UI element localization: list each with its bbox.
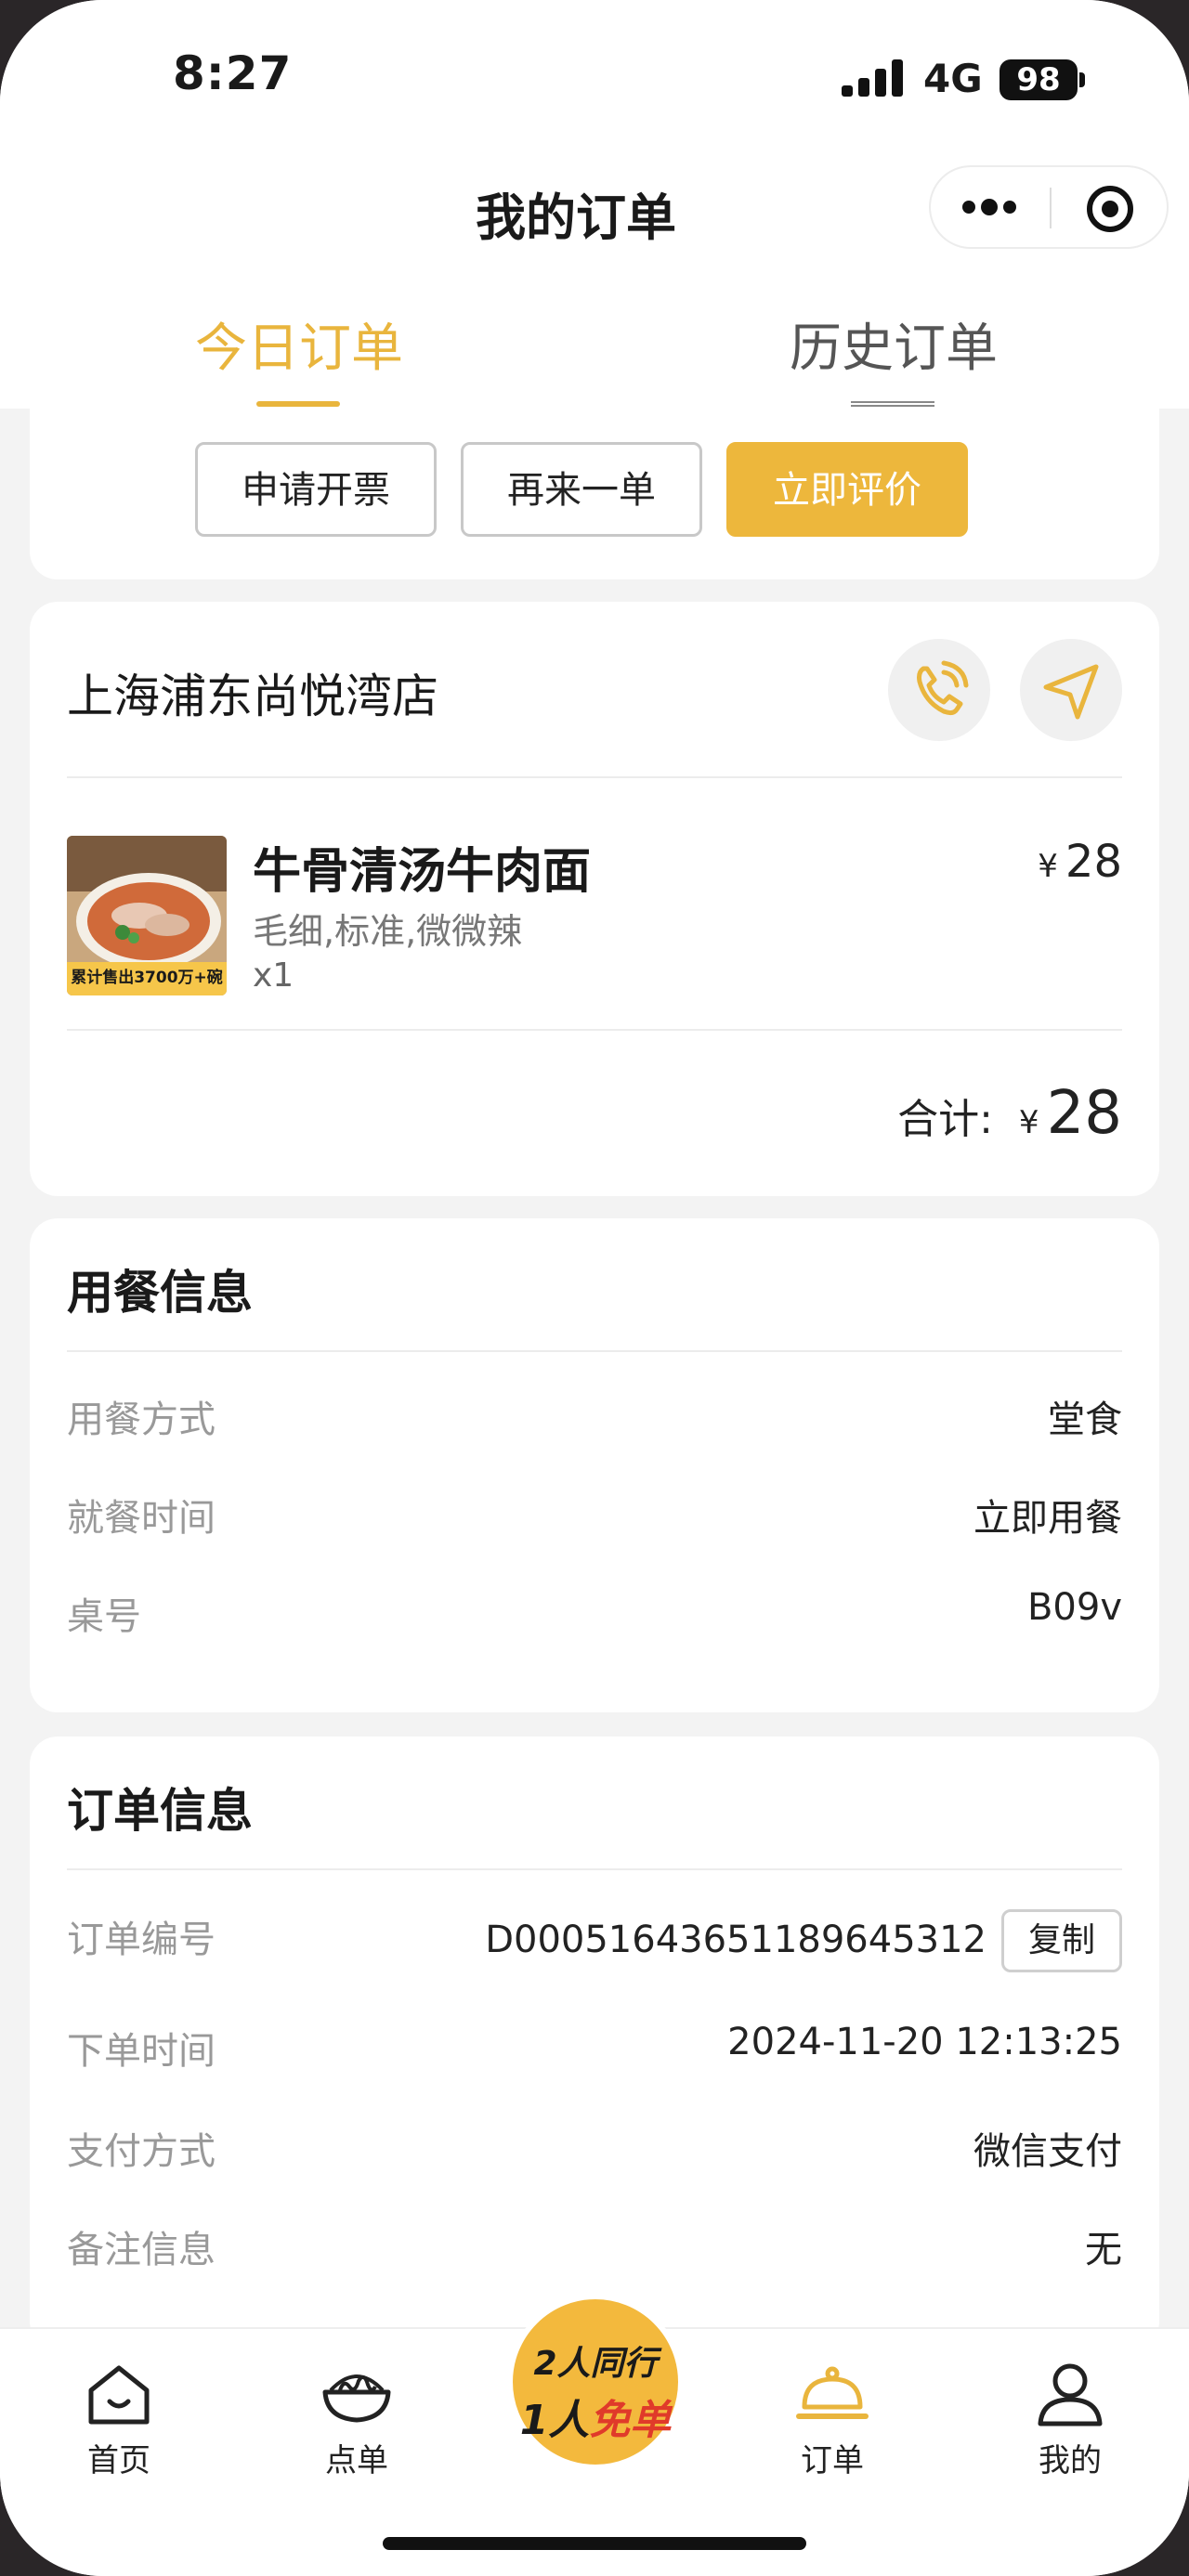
user-icon [1033, 2357, 1107, 2431]
divider [67, 1350, 1122, 1352]
order-total: 合计: ¥28 [897, 1079, 1122, 1148]
nav-menu-label: 点单 [325, 2442, 388, 2479]
dining-info-card: 用餐信息 用餐方式 堂食 就餐时间 立即用餐 桌号 B09v [30, 1218, 1159, 1712]
order-time-value: 2024-11-20 12:13:25 [727, 2021, 1122, 2063]
home-indicator [383, 2537, 806, 2550]
order-info-card: 订单信息 订单编号 D0005164365118964531​2 复制 下单时间… [30, 1737, 1159, 2349]
copy-button[interactable]: 复制 [1001, 1909, 1122, 1972]
food-quantity: x1 [253, 956, 294, 995]
dining-time-label: 就餐时间 [67, 1497, 216, 1540]
close-target-icon[interactable] [1087, 186, 1133, 232]
payment-method-label: 支付方式 [67, 2130, 216, 2173]
network-type: 4G [923, 56, 983, 101]
total-label: 合计: [897, 1096, 993, 1143]
food-image[interactable]: 累计售出3700万+碗 [67, 836, 227, 995]
dining-info-title: 用餐信息 [67, 1266, 253, 1320]
store-order-card: 上海浦东尚悦湾店 累计售出3700万+碗 牛骨清汤牛肉面 毛细,标准,微微辣 x… [30, 602, 1159, 1196]
food-spec: 毛细,标准,微微辣 [253, 911, 523, 952]
mini-program-capsule [929, 165, 1169, 249]
status-bar: 8:27 4G 98 [0, 0, 1189, 149]
phone-icon [917, 660, 969, 716]
promo-line1: 2人同行 [533, 2345, 658, 2383]
order-number-label: 订单编号 [67, 1919, 216, 1961]
table-number-label: 桌号 [67, 1595, 141, 1638]
home-icon [82, 2357, 156, 2431]
remark-label: 备注信息 [67, 2229, 216, 2271]
battery-tip [1079, 72, 1085, 87]
noodle-bowl-icon [320, 2357, 394, 2431]
payment-method-value: 微信支付 [973, 2130, 1122, 2173]
battery-icon: 98 [1000, 59, 1078, 100]
nav-mine[interactable]: 我的 [996, 2357, 1144, 2480]
tab-history-orders[interactable]: 历史订单 [790, 306, 998, 382]
signal-icon [842, 59, 903, 97]
header: 我的订单 今日订单 历史订单 [0, 149, 1189, 409]
review-button[interactable]: 立即评价 [726, 442, 968, 537]
order-time-label: 下单时间 [67, 2030, 216, 2073]
navigation-arrow-icon [1043, 664, 1099, 720]
divider [67, 1868, 1122, 1870]
divider [67, 1029, 1122, 1031]
divider [67, 776, 1122, 778]
tab-today-orders[interactable]: 今日订单 [195, 306, 403, 382]
nav-home-label: 首页 [87, 2442, 150, 2479]
navigate-button[interactable] [1020, 639, 1122, 741]
dining-mode-value: 堂食 [1048, 1399, 1122, 1441]
active-tab-indicator [256, 401, 340, 407]
table-number-value: B09v [1026, 1586, 1122, 1629]
promo-line2: 1人免单 [519, 2397, 672, 2444]
remark-value: 无 [1085, 2229, 1122, 2271]
food-price: ¥28 [1038, 836, 1122, 888]
more-icon[interactable] [962, 199, 1018, 215]
food-image-caption: 累计售出3700万+碗 [71, 969, 223, 987]
dining-mode-label: 用餐方式 [67, 1399, 216, 1441]
total-amount: 28 [1046, 1079, 1122, 1148]
order-number-value: D0005164365118964531​2 [485, 1919, 986, 1961]
nav-home[interactable]: 首页 [45, 2357, 193, 2480]
invoice-button[interactable]: 申请开票 [195, 442, 437, 537]
nav-orders-label: 订单 [801, 2442, 864, 2479]
phone-screen: 8:27 4G 98 我的订单 今日订单 历史订单 申请开票 再来一单 立即评价 [0, 0, 1189, 2576]
food-name: 牛骨清汤牛肉面 [253, 844, 592, 900]
store-name: 上海浦东尚悦湾店 [67, 670, 438, 723]
nav-menu[interactable]: 点单 [282, 2357, 431, 2480]
promo-badge-button[interactable]: 2人同行 1人免单 [507, 2294, 684, 2470]
order-info-title: 订单信息 [67, 1784, 253, 1838]
inactive-tab-indicator [851, 401, 934, 407]
call-button[interactable] [888, 639, 990, 741]
nav-orders[interactable]: 订单 [758, 2357, 907, 2480]
nav-mine-label: 我的 [1039, 2442, 1102, 2479]
status-time: 8:27 [173, 46, 293, 100]
cloche-icon [795, 2357, 869, 2431]
reorder-button[interactable]: 再来一单 [461, 442, 702, 537]
dining-time-value: 立即用餐 [973, 1497, 1122, 1540]
order-actions-card: 申请开票 再来一单 立即评价 [30, 409, 1159, 579]
capsule-divider [1050, 188, 1052, 228]
